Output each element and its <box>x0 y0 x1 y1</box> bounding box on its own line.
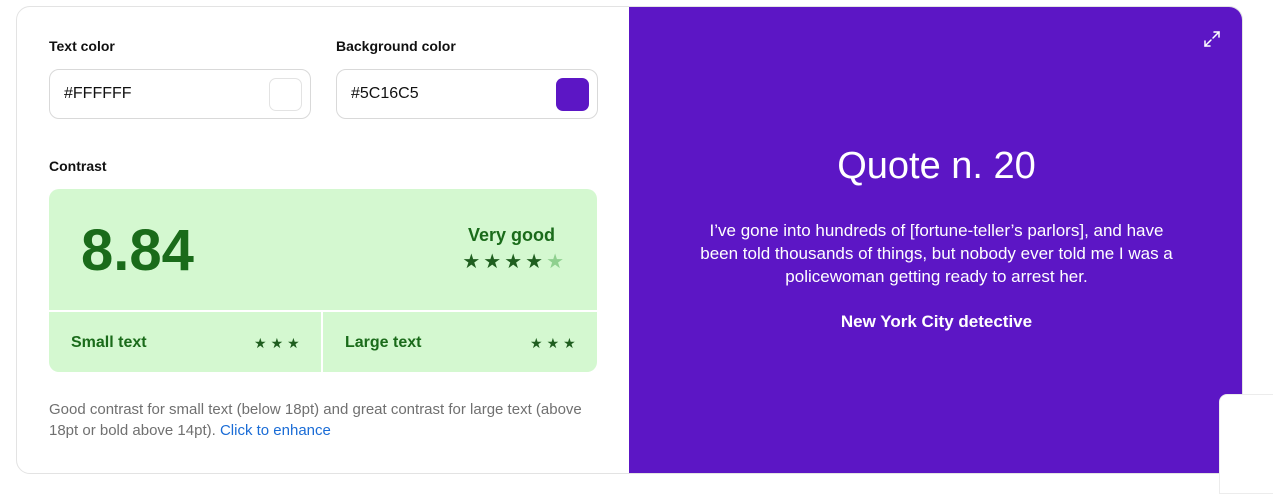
divider <box>49 310 597 312</box>
contrast-description: Good contrast for small text (below 18pt… <box>49 399 609 441</box>
rating-stars: ★ ★ ★ ★ ★ <box>462 252 564 272</box>
contrast-ratio: 8.84 <box>81 218 194 283</box>
small-text-label: Small text <box>71 334 147 351</box>
star-icon: ★ <box>287 335 300 351</box>
star-icon: ★ <box>546 335 560 351</box>
quote-body: I’ve gone into hundreds of [fortune-tell… <box>700 221 1173 286</box>
text-color-swatch[interactable] <box>269 78 302 111</box>
background-color-swatch[interactable] <box>556 78 589 111</box>
star-icon: ★ <box>504 251 523 273</box>
background-color-input[interactable] <box>351 85 531 103</box>
contrast-result-box: 8.84 Very good ★ ★ ★ ★ ★ Small text ★ ★ ★ Larg… <box>49 189 597 372</box>
background-color-label: Background color <box>336 38 456 54</box>
expand-icon[interactable] <box>1202 29 1222 49</box>
star-icon: ★ <box>546 251 564 273</box>
quote-title: Quote n. 20 <box>837 145 1036 187</box>
floating-panel-edge <box>1219 394 1273 494</box>
preview-panel: Quote n. 20 I’ve gone into hundreds of [… <box>629 7 1242 473</box>
enhance-link[interactable]: Click to enhance <box>220 422 331 439</box>
background-color-field[interactable] <box>336 69 598 119</box>
large-text-stars: ★ ★ ★ <box>530 336 576 350</box>
text-color-field[interactable] <box>49 69 311 119</box>
contrast-rating: Very good <box>467 225 555 245</box>
star-icon: ★ <box>530 335 543 351</box>
text-color-input[interactable] <box>64 85 244 103</box>
quote-author: New York City detective <box>840 312 1033 331</box>
large-text-label: Large text <box>345 334 422 351</box>
star-icon: ★ <box>270 335 284 351</box>
star-icon: ★ <box>483 251 502 273</box>
text-color-label: Text color <box>49 38 115 54</box>
star-icon: ★ <box>254 335 267 351</box>
small-text-stars: ★ ★ ★ <box>254 336 300 350</box>
star-icon: ★ <box>462 251 481 273</box>
star-icon: ★ <box>563 335 576 351</box>
contrast-label: Contrast <box>49 158 107 174</box>
star-icon: ★ <box>525 251 544 273</box>
divider <box>321 310 323 372</box>
contrast-checker-card: Text color Background color Contrast 8.8… <box>16 6 1243 474</box>
controls-panel: Text color Background color Contrast 8.8… <box>17 7 629 473</box>
